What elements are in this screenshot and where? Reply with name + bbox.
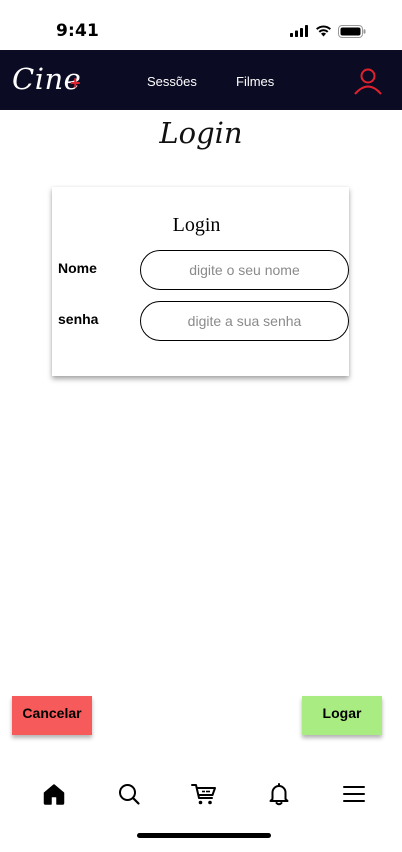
name-input[interactable] [140, 250, 349, 290]
cancel-button[interactable]: Cancelar [12, 696, 92, 735]
home-indicator [137, 833, 271, 838]
user-icon [354, 68, 382, 95]
signal-icon [290, 25, 308, 37]
login-card-title: Login [172, 214, 221, 236]
top-navbar: Cine + Sessões Filmes [0, 50, 402, 110]
battery-icon [338, 24, 366, 38]
tab-notifications[interactable] [266, 781, 292, 807]
login-card: Login Nome senha [52, 187, 349, 376]
tab-menu[interactable] [341, 781, 367, 807]
tab-home[interactable] [41, 781, 67, 807]
status-time: 9:41 [56, 21, 100, 41]
login-button[interactable]: Logar [302, 696, 382, 735]
nav-link-sessoes[interactable]: Sessões [147, 74, 197, 89]
password-input[interactable] [140, 301, 349, 341]
tab-cart[interactable] [191, 781, 217, 807]
bottom-nav [0, 775, 402, 815]
nav-link-filmes[interactable]: Filmes [236, 74, 274, 89]
logo-plus: + [70, 73, 81, 93]
status-icons [290, 24, 366, 38]
user-button[interactable] [352, 67, 384, 97]
page-title: Login [159, 116, 243, 150]
tab-search[interactable] [116, 781, 142, 807]
password-label: senha [58, 311, 99, 327]
name-label: Nome [58, 260, 97, 276]
cart-icon [191, 784, 216, 805]
status-bar: 9:41 [0, 0, 402, 50]
bell-icon [269, 783, 289, 806]
search-icon [119, 784, 140, 805]
wifi-icon [316, 25, 331, 37]
home-icon [43, 784, 65, 805]
menu-icon [343, 786, 365, 802]
